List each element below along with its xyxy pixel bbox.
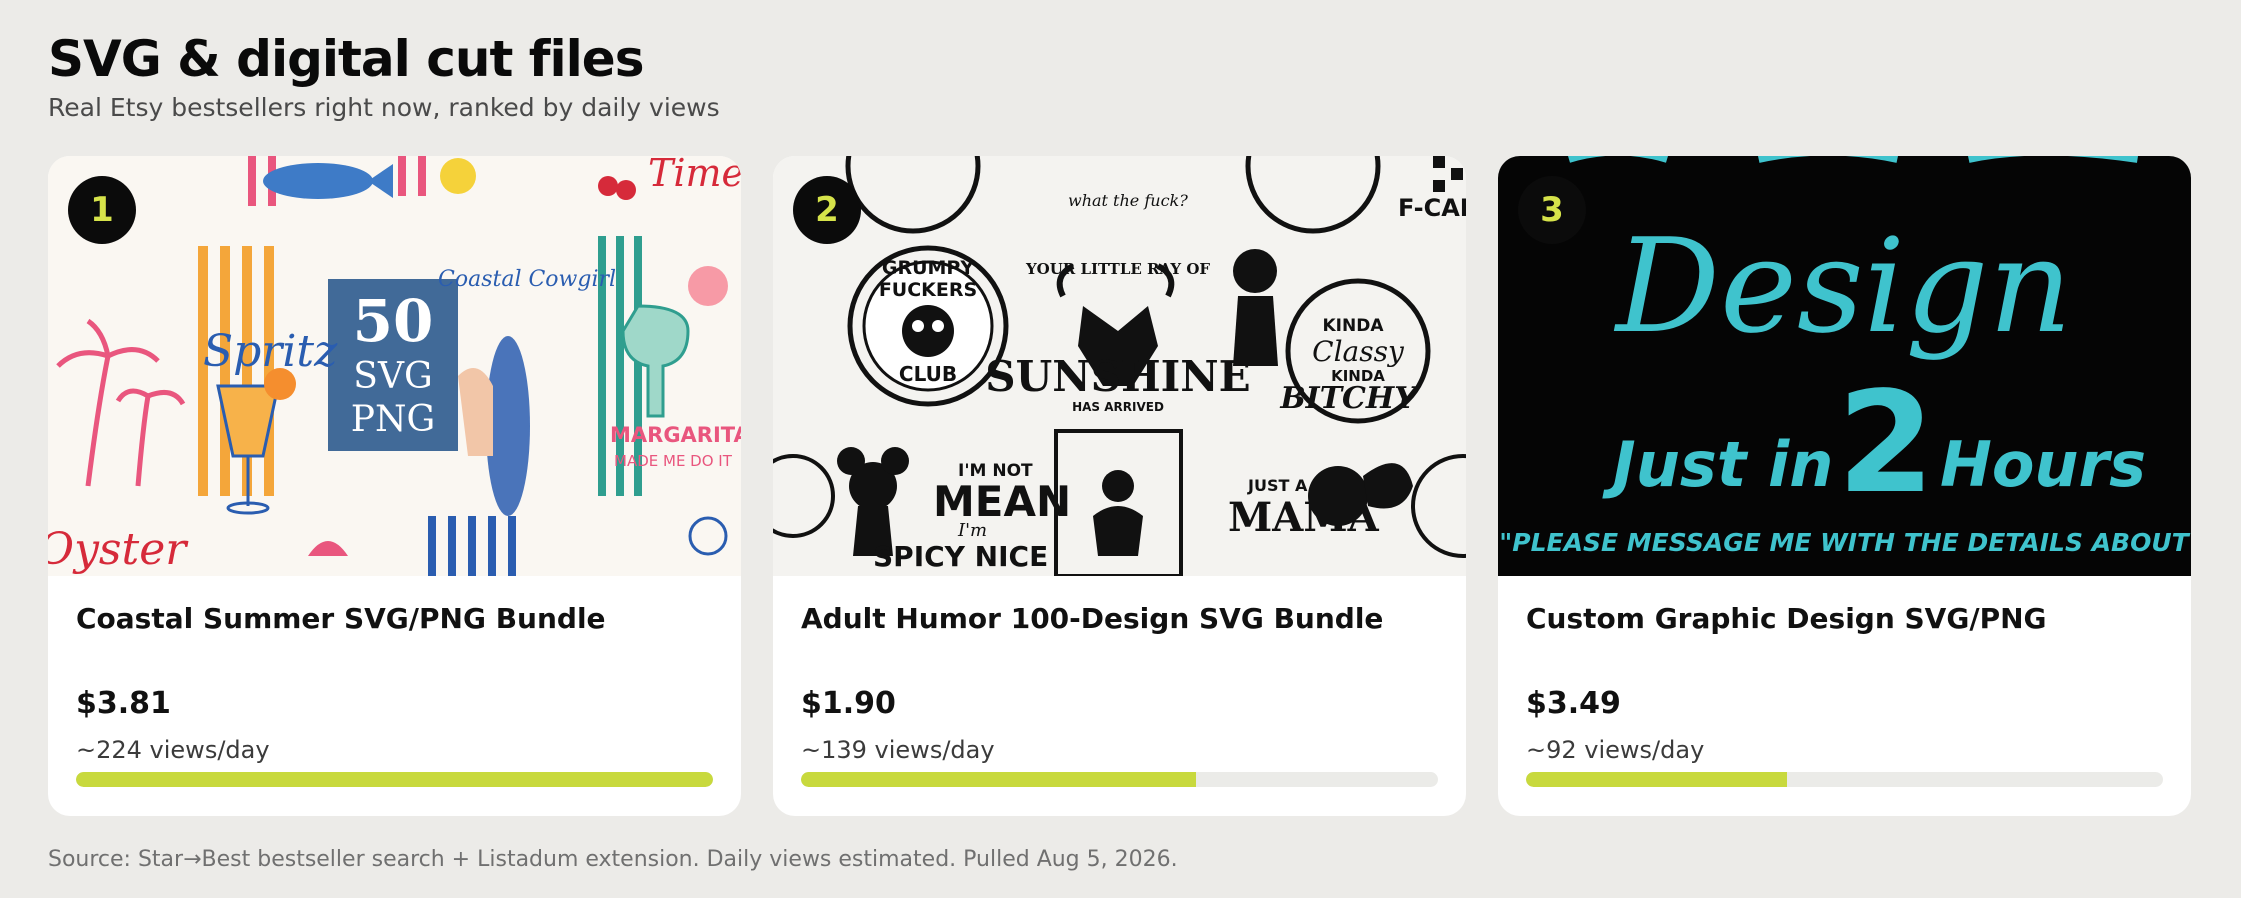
views-per-day: ~139 views/day bbox=[801, 736, 995, 764]
adult-humor-bundle-image: GRUMPY FUCKERS CLUB YOUR LITTLE RAY OF S… bbox=[773, 156, 1466, 576]
page: SVG & digital cut files Real Etsy bestse… bbox=[0, 0, 2241, 898]
thumb-spritz: Spritz bbox=[203, 326, 338, 377]
product-card-3[interactable]: Design Just in 2 Hours "PLEASE MESSAGE M… bbox=[1498, 156, 2191, 816]
product-thumbnail-3[interactable]: Design Just in 2 Hours "PLEASE MESSAGE M… bbox=[1498, 156, 2191, 576]
thumb-arrived: HAS ARRIVED bbox=[1072, 400, 1164, 414]
views-progress-fill bbox=[1526, 772, 1788, 787]
thumb-kinda1: KINDA bbox=[1323, 316, 1385, 336]
thumb-wtf: what the fuck? bbox=[1068, 191, 1188, 210]
thumb-bitchy: BITCHY bbox=[1279, 381, 1418, 416]
thumb-club: CLUB bbox=[899, 362, 957, 386]
thumb-sunshine: SUNSHINE bbox=[985, 352, 1250, 401]
views-progress-bar bbox=[1526, 772, 2163, 787]
views-per-day: ~92 views/day bbox=[1526, 736, 1705, 764]
thumb-spicy: SPICY NICE bbox=[873, 540, 1048, 573]
thumb-50: 50 bbox=[353, 287, 434, 355]
thumb-ray: YOUR LITTLE RAY OF bbox=[1025, 260, 1210, 278]
thumb-margaritas: MARGARITAS bbox=[610, 423, 741, 447]
source-footnote: Source: Star→Best bestseller search + Li… bbox=[48, 847, 1178, 872]
card-list: 50 SVG PNG Spritz Time MARGARITAS MADE M… bbox=[48, 156, 2191, 816]
rank-badge: 2 bbox=[793, 176, 861, 244]
views-progress-fill bbox=[76, 772, 713, 787]
product-price: $3.81 bbox=[76, 686, 171, 721]
thumb-fcan: F-CAN bbox=[1398, 194, 1466, 222]
rank-badge: 3 bbox=[1518, 176, 1586, 244]
thumb-oyster: Oyster bbox=[48, 524, 189, 575]
rank-badge: 1 bbox=[68, 176, 136, 244]
thumb-fuckers: FUCKERS bbox=[879, 279, 977, 301]
views-progress-bar bbox=[801, 772, 1438, 787]
custom-design-image: Design Just in 2 Hours "PLEASE MESSAGE M… bbox=[1498, 156, 2191, 576]
thumb-png: PNG bbox=[351, 399, 435, 440]
product-thumbnail-1[interactable]: 50 SVG PNG Spritz Time MARGARITAS MADE M… bbox=[48, 156, 741, 576]
thumb-mean: MEAN bbox=[933, 477, 1071, 526]
views-progress-fill bbox=[801, 772, 1196, 787]
product-name[interactable]: Adult Humor 100-Design SVG Bundle bbox=[801, 602, 1383, 635]
product-name[interactable]: Coastal Summer SVG/PNG Bundle bbox=[76, 602, 606, 635]
thumb-made: MADE ME DO IT bbox=[614, 452, 733, 470]
thumb-message: "PLEASE MESSAGE ME WITH THE DETAILS ABOU… bbox=[1499, 528, 2190, 557]
thumb-hours: Hours bbox=[1940, 428, 2146, 501]
page-title: SVG & digital cut files bbox=[48, 30, 644, 88]
product-thumbnail-2[interactable]: GRUMPY FUCKERS CLUB YOUR LITTLE RAY OF S… bbox=[773, 156, 1466, 576]
views-per-day: ~224 views/day bbox=[76, 736, 270, 764]
thumb-two: 2 bbox=[1837, 362, 1934, 525]
product-card-1[interactable]: 50 SVG PNG Spritz Time MARGARITAS MADE M… bbox=[48, 156, 741, 816]
page-subtitle: Real Etsy bestsellers right now, ranked … bbox=[48, 93, 720, 122]
thumb-im: I'm bbox=[957, 520, 987, 541]
views-progress-bar bbox=[76, 772, 713, 787]
product-name[interactable]: Custom Graphic Design SVG/PNG bbox=[1526, 602, 2047, 635]
thumb-time: Time bbox=[648, 156, 741, 195]
thumb-design: Design bbox=[1614, 210, 2072, 362]
thumb-grumpy: GRUMPY bbox=[882, 257, 974, 279]
product-card-2[interactable]: GRUMPY FUCKERS CLUB YOUR LITTLE RAY OF S… bbox=[773, 156, 1466, 816]
product-price: $1.90 bbox=[801, 686, 896, 721]
thumb-svg: SVG bbox=[353, 356, 432, 397]
thumb-just-a: JUST A bbox=[1247, 476, 1308, 495]
coastal-bundle-image: 50 SVG PNG Spritz Time MARGARITAS MADE M… bbox=[48, 156, 741, 576]
thumb-classy: Classy bbox=[1312, 335, 1405, 368]
thumb-just-in: Just in bbox=[1602, 428, 1834, 501]
product-price: $3.49 bbox=[1526, 686, 1621, 721]
thumb-cowgirl: Coastal Cowgirl bbox=[438, 267, 616, 292]
